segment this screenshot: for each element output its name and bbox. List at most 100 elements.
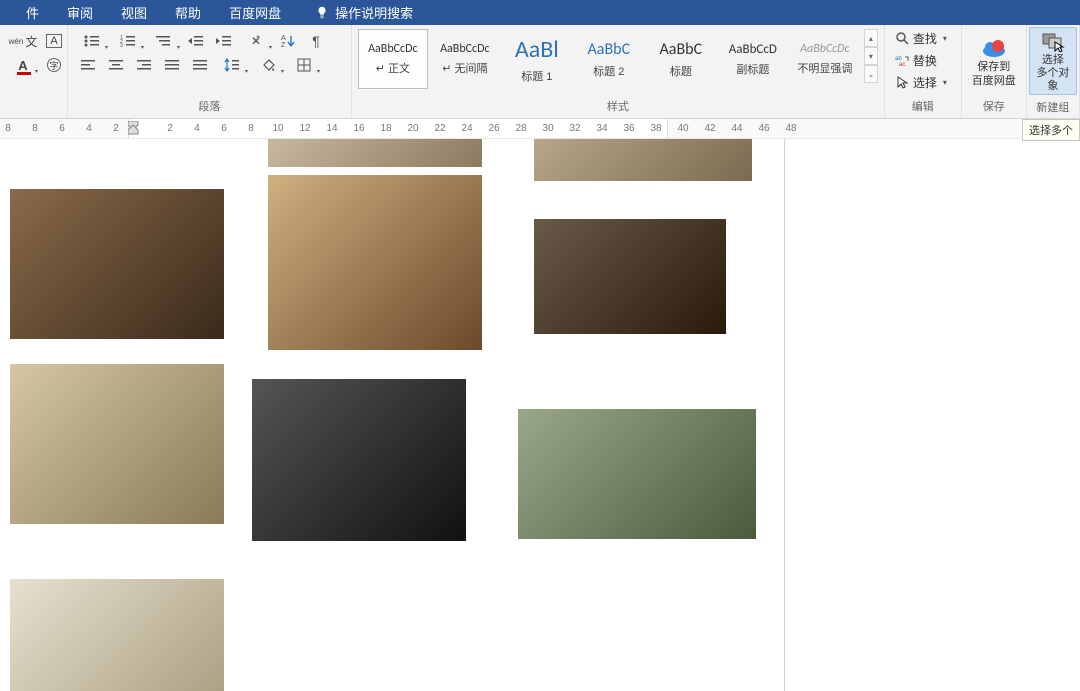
ruler-tick: 20 bbox=[407, 123, 418, 134]
borders-icon bbox=[297, 58, 311, 72]
document-area[interactable] bbox=[0, 139, 1080, 691]
line-spacing-button[interactable]: ▾ bbox=[215, 54, 249, 76]
ruler-tick: 14 bbox=[326, 123, 337, 134]
bullets-button[interactable]: ▾ bbox=[75, 30, 109, 52]
inserted-image[interactable] bbox=[10, 189, 224, 339]
style-item[interactable]: AaBl 标题 1 bbox=[502, 29, 572, 89]
font-group: wén 文 A A ▾ 字 bbox=[0, 25, 68, 118]
style-scroll-up[interactable]: ▴ bbox=[864, 29, 878, 47]
ruler-tick: 4 bbox=[86, 123, 92, 134]
style-item[interactable]: AaBbC 标题 bbox=[646, 29, 716, 89]
align-justify-icon bbox=[165, 59, 179, 71]
font-group-label bbox=[0, 100, 67, 118]
style-item[interactable]: AaBbCcDc↵ 正文 bbox=[358, 29, 428, 89]
ruler-tick: 24 bbox=[461, 123, 472, 134]
inserted-image[interactable] bbox=[534, 219, 726, 334]
ruler-tick: 36 bbox=[623, 123, 634, 134]
style-gallery-scroll: ▴ ▾ ⌄ bbox=[864, 29, 878, 83]
tell-me-label: 操作说明搜索 bbox=[335, 3, 413, 22]
sort-icon: AZ bbox=[281, 34, 295, 48]
style-item[interactable]: AaBbCcD副标题 bbox=[718, 29, 788, 89]
align-right-button[interactable] bbox=[131, 54, 157, 76]
select-label: 选择 bbox=[913, 74, 937, 91]
indent-marker-icon[interactable] bbox=[128, 121, 140, 135]
ruler-tick: 2 bbox=[167, 123, 173, 134]
align-left-button[interactable] bbox=[75, 54, 101, 76]
inserted-image[interactable] bbox=[252, 379, 466, 541]
numbering-icon: 123 bbox=[120, 34, 136, 48]
ruler-tick: 46 bbox=[758, 123, 769, 134]
enclose-characters-button[interactable]: 字 bbox=[41, 54, 67, 76]
style-name: 标题 1 bbox=[521, 68, 552, 84]
baidu-save-label: 保存 bbox=[962, 96, 1026, 118]
style-name: 标题 bbox=[670, 63, 692, 79]
ruler-tick: 2 bbox=[113, 123, 119, 134]
select-multiple-button[interactable]: 选择多个对象 bbox=[1029, 27, 1077, 95]
shading-button[interactable]: ▾ bbox=[251, 54, 285, 76]
multilevel-list-button[interactable]: ▾ bbox=[147, 30, 181, 52]
ruler-tick: 44 bbox=[731, 123, 742, 134]
edit-group-label: 编辑 bbox=[885, 96, 961, 118]
borders-button[interactable]: ▾ bbox=[287, 54, 321, 76]
align-distributed-button[interactable] bbox=[187, 54, 213, 76]
style-preview: AaBbC bbox=[660, 40, 703, 59]
inserted-image[interactable] bbox=[518, 409, 756, 539]
svg-text:ac: ac bbox=[899, 62, 905, 67]
select-button[interactable]: 选择▾ bbox=[891, 71, 951, 93]
decrease-indent-button[interactable] bbox=[183, 30, 209, 52]
ruler-tick: 40 bbox=[677, 123, 688, 134]
inserted-image[interactable] bbox=[268, 139, 482, 167]
show-marks-button[interactable]: ¶ bbox=[303, 30, 329, 52]
asian-layout-button[interactable]: ✕̂▾ bbox=[239, 30, 273, 52]
menu-help[interactable]: 帮助 bbox=[161, 0, 215, 25]
style-preview: AaBl bbox=[515, 35, 559, 64]
align-justify-button[interactable] bbox=[159, 54, 185, 76]
numbering-button[interactable]: 123▾ bbox=[111, 30, 145, 52]
style-item[interactable]: AaBbC标题 2 bbox=[574, 29, 644, 89]
align-center-button[interactable] bbox=[103, 54, 129, 76]
paragraph-group: ▾ 123▾ ▾ ✕̂▾ AZ bbox=[68, 25, 352, 118]
tell-me-search[interactable]: 操作说明搜索 bbox=[301, 0, 427, 25]
save-to-baidu-button[interactable]: 保存到百度网盘 bbox=[962, 25, 1026, 96]
cursor-icon bbox=[895, 75, 909, 89]
style-name: ↵ 正文 bbox=[376, 60, 410, 76]
horizontal-ruler[interactable]: 8864224681012141618202224262830323436384… bbox=[0, 119, 1080, 139]
inserted-image[interactable] bbox=[268, 175, 482, 350]
style-expand[interactable]: ⌄ bbox=[864, 65, 878, 83]
style-item[interactable]: AaBbCcDc不明显强调 bbox=[790, 29, 860, 89]
baidu-save-group: 保存到百度网盘 保存 bbox=[962, 25, 1027, 118]
menu-view[interactable]: 视图 bbox=[107, 0, 161, 25]
bullets-icon bbox=[84, 34, 100, 48]
style-name: 标题 2 bbox=[593, 63, 624, 79]
paragraph-group-label: 段落 bbox=[68, 96, 351, 118]
tooltip: 选择多个 bbox=[1022, 119, 1080, 141]
ruler-tick: 18 bbox=[380, 123, 391, 134]
select-multiple-group: 选择多个对象 新建组 bbox=[1027, 25, 1080, 118]
paint-bucket-icon bbox=[261, 58, 275, 72]
menu-baidu[interactable]: 百度网盘 bbox=[215, 0, 295, 25]
find-button[interactable]: 查找▾ bbox=[891, 27, 951, 49]
ruler-tick: 16 bbox=[353, 123, 364, 134]
sort-button[interactable]: AZ bbox=[275, 30, 301, 52]
style-preview: AaBbCcDc bbox=[440, 42, 489, 56]
increase-indent-button[interactable] bbox=[211, 30, 237, 52]
menu-review[interactable]: 审阅 bbox=[53, 0, 107, 25]
phonetic-guide-button[interactable]: wén 文 bbox=[7, 30, 39, 52]
character-border-button[interactable]: A bbox=[41, 30, 67, 52]
inserted-image[interactable] bbox=[10, 579, 224, 691]
replace-button[interactable]: abac 替换 bbox=[891, 49, 941, 71]
style-scroll-down[interactable]: ▾ bbox=[864, 47, 878, 65]
menu-file[interactable]: 件 bbox=[12, 0, 53, 25]
inserted-image[interactable] bbox=[534, 139, 752, 181]
line-spacing-icon bbox=[224, 58, 240, 72]
phonetic-label: wén bbox=[9, 37, 24, 46]
align-right-icon bbox=[137, 59, 151, 71]
ruler-tick: 12 bbox=[299, 123, 310, 134]
outdent-icon bbox=[188, 34, 204, 48]
style-gallery[interactable]: AaBbCcDc↵ 正文AaBbCcDc↵ 无间隔AaBl标题 1AaBbC标题… bbox=[358, 29, 862, 89]
style-item[interactable]: AaBbCcDc↵ 无间隔 bbox=[430, 29, 500, 89]
ruler-tick: 34 bbox=[596, 123, 607, 134]
font-color-button[interactable]: A ▾ bbox=[7, 54, 39, 76]
align-left-icon bbox=[81, 59, 95, 71]
inserted-image[interactable] bbox=[10, 364, 224, 524]
